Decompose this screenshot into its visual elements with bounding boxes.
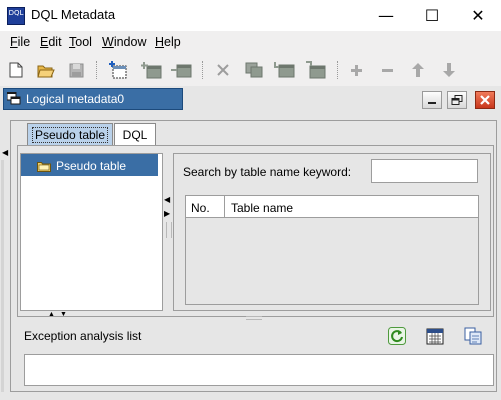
menu-file-mnemonic: F [10,35,18,49]
app-icon-text: DQL [8,9,24,17]
calendar-icon [426,328,444,345]
splitter-down-arrow-icon[interactable]: ▼ [60,311,67,318]
arrow-up-icon [412,63,424,77]
refresh-button[interactable] [387,326,407,346]
toolbar [0,53,501,87]
horizontal-splitter-grip[interactable] [246,316,262,320]
collapse-left-arrow-icon[interactable]: ◀ [2,148,8,157]
move-up-button[interactable] [407,59,429,81]
close-icon [480,95,490,105]
arrow-down-icon [443,63,455,77]
window-title: DQL Metadata [31,7,116,22]
toolbar-separator [337,61,339,79]
search-label: Search by table name keyword: [183,165,352,179]
left-splitter[interactable] [1,160,4,392]
column-header-table-name[interactable]: Table name [231,201,293,215]
minus-button[interactable] [376,59,398,81]
plus-icon [350,64,362,76]
tab-dql[interactable]: DQL [114,123,156,145]
exception-label: Exception analysis list [24,329,142,343]
add-table-icon [141,62,162,79]
export-table-button[interactable] [305,59,327,81]
menu-tool-rest: ool [75,35,92,49]
move-down-button[interactable] [438,59,460,81]
tree-panel [20,153,163,311]
tab-pseudo-table[interactable]: Pseudo table [27,123,113,145]
tab-pseudo-table-label: Pseudo table [31,126,109,143]
minimize-icon: — [378,6,394,25]
folder-icon [37,162,51,172]
menu-help-mnemonic: H [155,35,165,49]
plus-button[interactable] [345,59,367,81]
maximize-icon: ☐ [424,6,440,25]
save-button[interactable] [65,59,87,81]
column-header-no[interactable]: No. [191,201,210,215]
copy-table-button[interactable] [243,59,265,81]
new-table-button[interactable] [107,59,129,81]
new-table-icon [109,61,127,79]
splitter-left-arrow-icon[interactable]: ◀ [164,195,170,204]
menu-window-mnemonic: W [102,35,114,49]
add-field-icon [171,64,192,78]
toolbar-separator [202,61,204,79]
tree-item-label: Pseudo table [56,159,127,173]
menu-file-rest: ile [17,35,31,49]
refresh-icon [388,327,406,345]
tab-dql-label: DQL [122,127,148,142]
menu-edit[interactable]: Edit [40,35,62,49]
splitter-up-arrow-icon[interactable]: ▲ [48,311,55,318]
menu-window[interactable]: Window [102,35,146,49]
copy-button[interactable] [463,326,483,346]
menu-file[interactable]: File [10,35,30,49]
calendar-button[interactable] [425,326,445,346]
add-field-button[interactable] [170,59,192,81]
inner-minimize-button[interactable] [422,91,442,109]
menu-window-rest: indow [113,35,147,49]
search-input[interactable] [371,159,478,183]
inner-close-button[interactable] [475,91,495,109]
import-table-icon [274,62,295,78]
copy-icon [464,327,482,345]
close-icon: ✕ [471,6,485,25]
save-icon [69,63,83,77]
splitter-right-arrow-icon[interactable]: ▶ [164,209,170,218]
delete-icon [217,64,229,76]
open-folder-button[interactable] [35,59,57,81]
restore-icon [451,95,463,105]
copy-table-icon [245,62,263,78]
menu-help-rest: elp [164,35,181,49]
metadata-icon [7,92,21,105]
menu-help[interactable]: Help [155,35,181,49]
toolbar-separator [96,61,98,79]
vertical-splitter-grip[interactable] [166,222,172,238]
add-table-button[interactable] [140,59,162,81]
menu-tool[interactable]: Tool [69,35,92,49]
inner-window-title: Logical metadata0 [26,92,125,106]
menu-bar: File Edit Tool Window Help [0,31,501,53]
menu-edit-rest: dit [48,35,62,49]
import-table-button[interactable] [274,59,296,81]
open-folder-icon [37,65,55,77]
new-file-button[interactable] [5,59,27,81]
export-table-icon [306,61,326,79]
exception-list[interactable] [24,354,494,386]
new-file-icon [9,62,23,78]
minus-icon [381,68,393,72]
inner-restore-button[interactable] [447,91,467,109]
table-header [186,196,478,218]
window-maximize-button[interactable]: ☐ [409,0,455,31]
delete-button[interactable] [212,59,234,81]
window-minimize-button[interactable]: — [363,0,409,31]
app-icon: DQL [7,7,25,25]
window-close-button[interactable]: ✕ [455,0,501,31]
minimize-icon [428,102,436,104]
column-divider[interactable] [224,196,225,218]
